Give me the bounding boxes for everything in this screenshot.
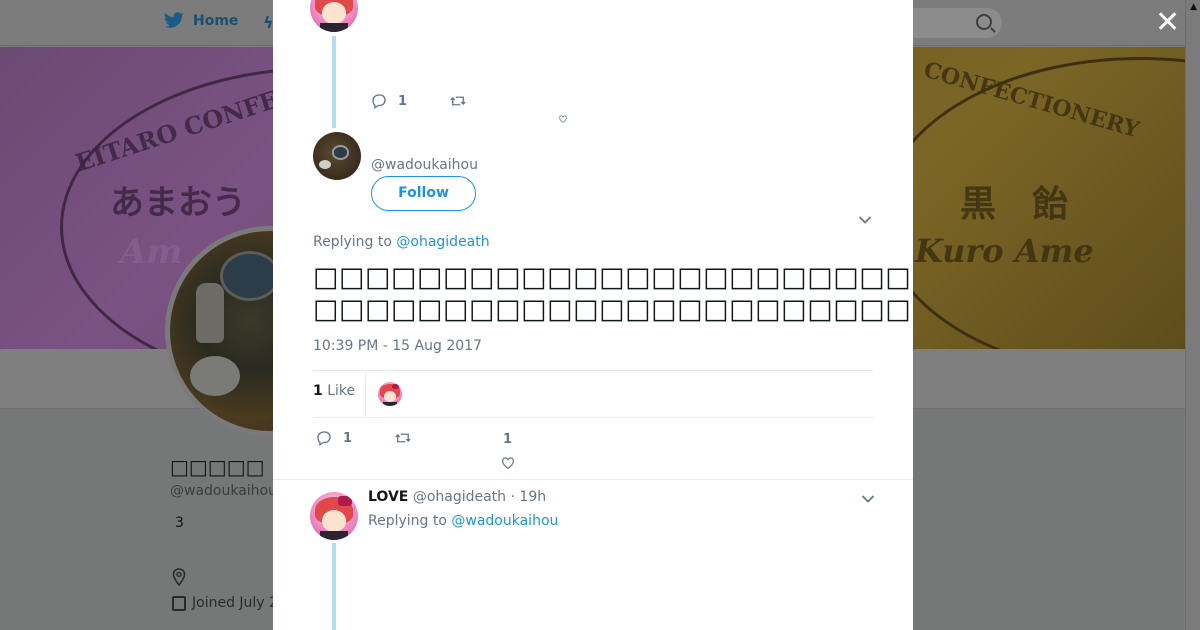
replying-to-prefix: Replying to [313, 234, 392, 250]
reply-author-handle[interactable]: @ohagideath [413, 489, 506, 505]
retweet-action[interactable] [394, 429, 412, 447]
parent-reply-action[interactable]: 1 [370, 92, 407, 110]
author-handle[interactable]: @wadoukaihou [371, 157, 478, 173]
tweet-menu-chevron-down-icon[interactable] [858, 215, 872, 225]
calendar-icon [172, 596, 186, 611]
search-icon[interactable] [976, 14, 992, 30]
reply-action[interactable]: 1 [315, 429, 352, 447]
likes-stat-label: Like [327, 383, 356, 399]
close-modal-button[interactable]: ✕ [1155, 8, 1180, 38]
retweet-icon [395, 433, 411, 443]
twitter-bird-icon [163, 12, 185, 28]
reply-replying-to-link[interactable]: @wadoukaihou [451, 513, 558, 529]
banner-text: Am [120, 232, 183, 272]
tweet-timestamp[interactable]: 10:39 PM - 15 Aug 2017 [313, 338, 482, 354]
parent-like-icon[interactable] [555, 114, 571, 124]
tweet-text-line: □□□□□□□□□□□□□□□□□□□□□□□□□□□□□□□□□□□□□□□□… [313, 294, 913, 325]
follow-button[interactable]: Follow [371, 176, 476, 211]
likes-stat-count: 1 [313, 383, 323, 399]
like-heart-icon[interactable] [500, 455, 516, 471]
profile-joined-date: Joined July 2 [192, 595, 278, 611]
thread-connector-line [332, 543, 336, 630]
tweet-permalink-modal: 1 @wadoukaihou Follow Replying to @ohagi… [273, 0, 913, 630]
home-nav-item[interactable]: Home [163, 12, 238, 30]
reply-author-name[interactable]: LOVE [368, 489, 408, 505]
stats-divider-top [313, 370, 873, 371]
reply-menu-chevron-down-icon[interactable] [861, 494, 875, 504]
replying-to-link[interactable]: @ohagideath [396, 234, 489, 250]
thread-connector-line [332, 36, 336, 128]
parent-reply-count: 1 [398, 93, 408, 109]
like-count: 1 [503, 432, 513, 447]
reply-replying-to-prefix: Replying to [368, 513, 447, 529]
reply-author-avatar[interactable] [310, 492, 358, 540]
replying-to-line: Replying to @ohagideath [313, 234, 490, 250]
reply-time[interactable]: · 19h [511, 489, 547, 505]
stats-divider-bottom [313, 417, 873, 418]
reply-replying-to-line: Replying to @wadoukaihou [368, 513, 558, 529]
tweet-text: □□□□□□□□□□□□□□□□□□□□□□□ □□□□□□□□□□□□□□□□□… [313, 262, 913, 326]
liker-avatar[interactable] [378, 382, 402, 406]
reply-count: 1 [343, 430, 353, 446]
location-pin-icon [172, 568, 186, 586]
reply-section-divider [273, 479, 913, 480]
scroll-up-arrow-icon[interactable]: ▲ [1190, 2, 1197, 12]
profile-count: 3 [175, 515, 184, 531]
search-field[interactable] [912, 8, 1002, 38]
reply-icon [372, 94, 386, 110]
retweet-icon [450, 96, 466, 106]
home-nav-label: Home [193, 13, 239, 29]
profile-display-name: □□□□□ [170, 455, 265, 479]
parent-retweet-action[interactable] [449, 92, 467, 110]
moments-icon[interactable]: ϟ [263, 13, 274, 32]
banner-text: Kuro Ame [915, 232, 1094, 270]
banner-text: あまおう [110, 183, 246, 223]
reply-icon [317, 431, 331, 447]
likes-stat[interactable]: 1 Like [313, 383, 355, 399]
author-avatar[interactable] [313, 132, 361, 180]
tweet-text-line: □□□□□□□□□□□□□□□□□□□□□□□□□□□□□□□□□□□□□□□□… [313, 262, 913, 293]
reply-header: LOVE @ohagideath · 19h [368, 489, 546, 505]
banner-text: 黒 飴 [960, 183, 1069, 225]
stats-separator [365, 372, 366, 416]
profile-handle[interactable]: @wadoukaihou [170, 483, 277, 499]
parent-tweet-avatar[interactable] [310, 0, 358, 32]
page-scrollbar[interactable]: ▲ [1185, 0, 1200, 630]
